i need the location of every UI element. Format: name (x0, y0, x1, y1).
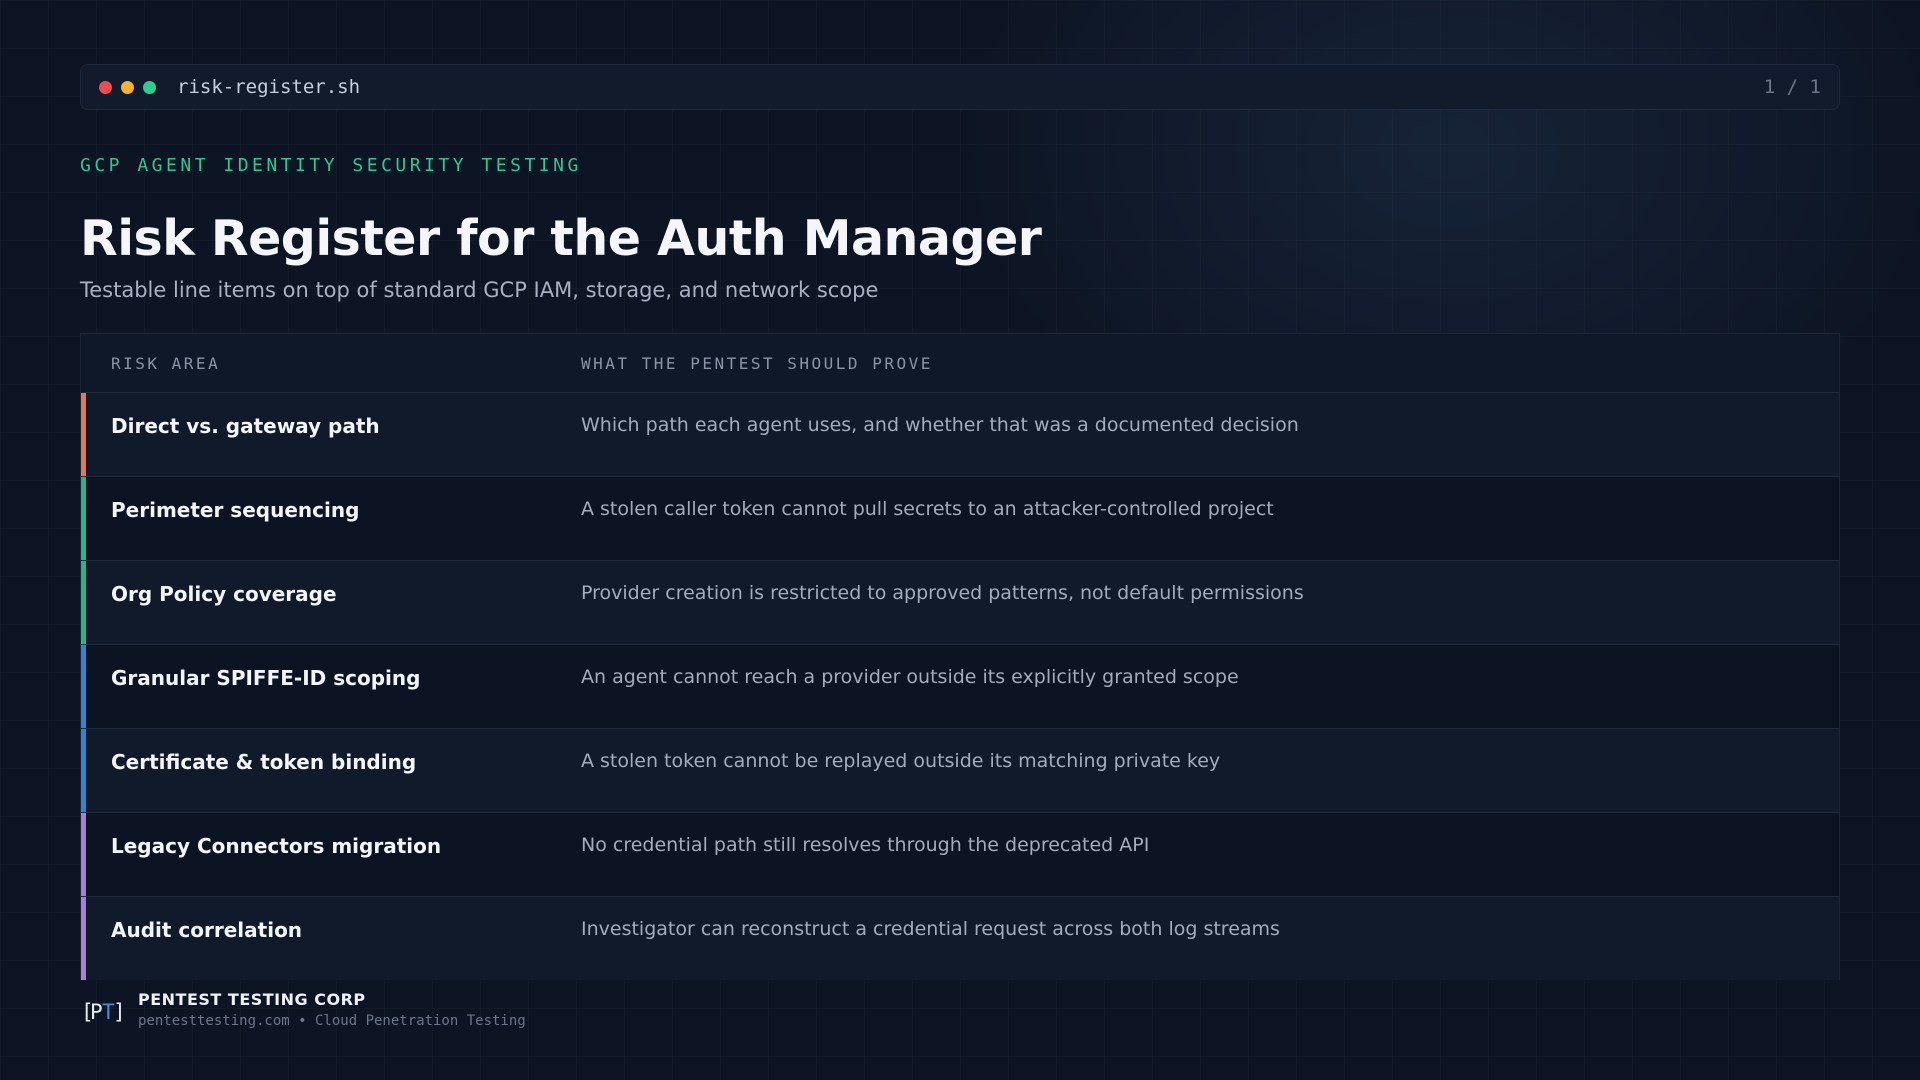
table-row: Org Policy coverage Provider creation is… (81, 561, 1839, 645)
risk-proof-cell: A stolen caller token cannot pull secret… (581, 498, 1274, 520)
row-accent-bar (81, 477, 86, 560)
maximize-dot-icon[interactable] (143, 80, 156, 94)
table-row: Audit correlation Investigator can recon… (81, 897, 1839, 980)
brand-name: PENTEST TESTING CORP (138, 990, 366, 1009)
risk-proof-cell: Provider creation is restricted to appro… (581, 582, 1304, 604)
eyebrow-label: GCP AGENT IDENTITY SECURITY TESTING (80, 155, 582, 176)
risk-proof-cell: Which path each agent uses, and whether … (581, 414, 1299, 436)
row-accent-bar (81, 897, 86, 980)
page-title: Risk Register for the Auth Manager (80, 210, 1042, 267)
table-row: Granular SPIFFE-ID scoping An agent cann… (81, 645, 1839, 729)
table-row: Certificate & token binding A stolen tok… (81, 729, 1839, 813)
risk-area-cell: Legacy Connectors migration (111, 834, 442, 858)
risk-proof-cell: A stolen token cannot be replayed outsid… (581, 750, 1221, 772)
svg-text:P: P (90, 1000, 103, 1024)
risk-area-cell: Perimeter sequencing (111, 498, 360, 522)
row-accent-bar (81, 729, 86, 812)
risk-area-cell: Org Policy coverage (111, 582, 337, 606)
risk-area-cell: Audit correlation (111, 918, 303, 942)
brand-block: PENTEST TESTING CORP pentesttesting.com … (138, 990, 526, 1029)
table-row: Legacy Connectors migration No credentia… (81, 813, 1839, 897)
page-subtitle: Testable line items on top of standard G… (80, 278, 879, 302)
table-row: Direct vs. gateway path Which path each … (81, 393, 1839, 477)
brand-tagline: pentesttesting.com • Cloud Penetration T… (138, 1013, 526, 1029)
pt-logo-icon: [ P T ] (81, 1000, 126, 1024)
page-indicator: 1 / 1 (1763, 76, 1821, 98)
close-dot-icon[interactable] (99, 80, 112, 94)
column-header-pentest-proof: WHAT THE PENTEST SHOULD PROVE (581, 353, 933, 373)
risk-area-cell: Granular SPIFFE-ID scoping (111, 666, 421, 690)
row-accent-bar (81, 393, 86, 476)
terminal-bar: risk-register.sh 1 / 1 (80, 64, 1840, 110)
footer: [ P T ] PENTEST TESTING CORP pentesttest… (80, 990, 526, 1029)
risk-area-cell: Direct vs. gateway path (111, 414, 380, 438)
risk-area-cell: Certificate & token binding (111, 750, 417, 774)
column-header-risk-area: RISK AREA (111, 353, 221, 373)
risk-table: RISK AREA WHAT THE PENTEST SHOULD PROVE … (80, 333, 1840, 980)
terminal-title: risk-register.sh (177, 76, 361, 98)
table-row: Perimeter sequencing A stolen caller tok… (81, 477, 1839, 561)
row-accent-bar (81, 813, 86, 896)
row-accent-bar (81, 561, 86, 644)
risk-proof-cell: Investigator can reconstruct a credentia… (581, 918, 1280, 940)
table-header: RISK AREA WHAT THE PENTEST SHOULD PROVE (81, 334, 1839, 393)
row-accent-bar (81, 645, 86, 728)
minimize-dot-icon[interactable] (121, 80, 134, 94)
risk-proof-cell: An agent cannot reach a provider outside… (581, 666, 1239, 688)
risk-proof-cell: No credential path still resolves throug… (581, 834, 1150, 856)
svg-text:]: ] (113, 1000, 126, 1024)
